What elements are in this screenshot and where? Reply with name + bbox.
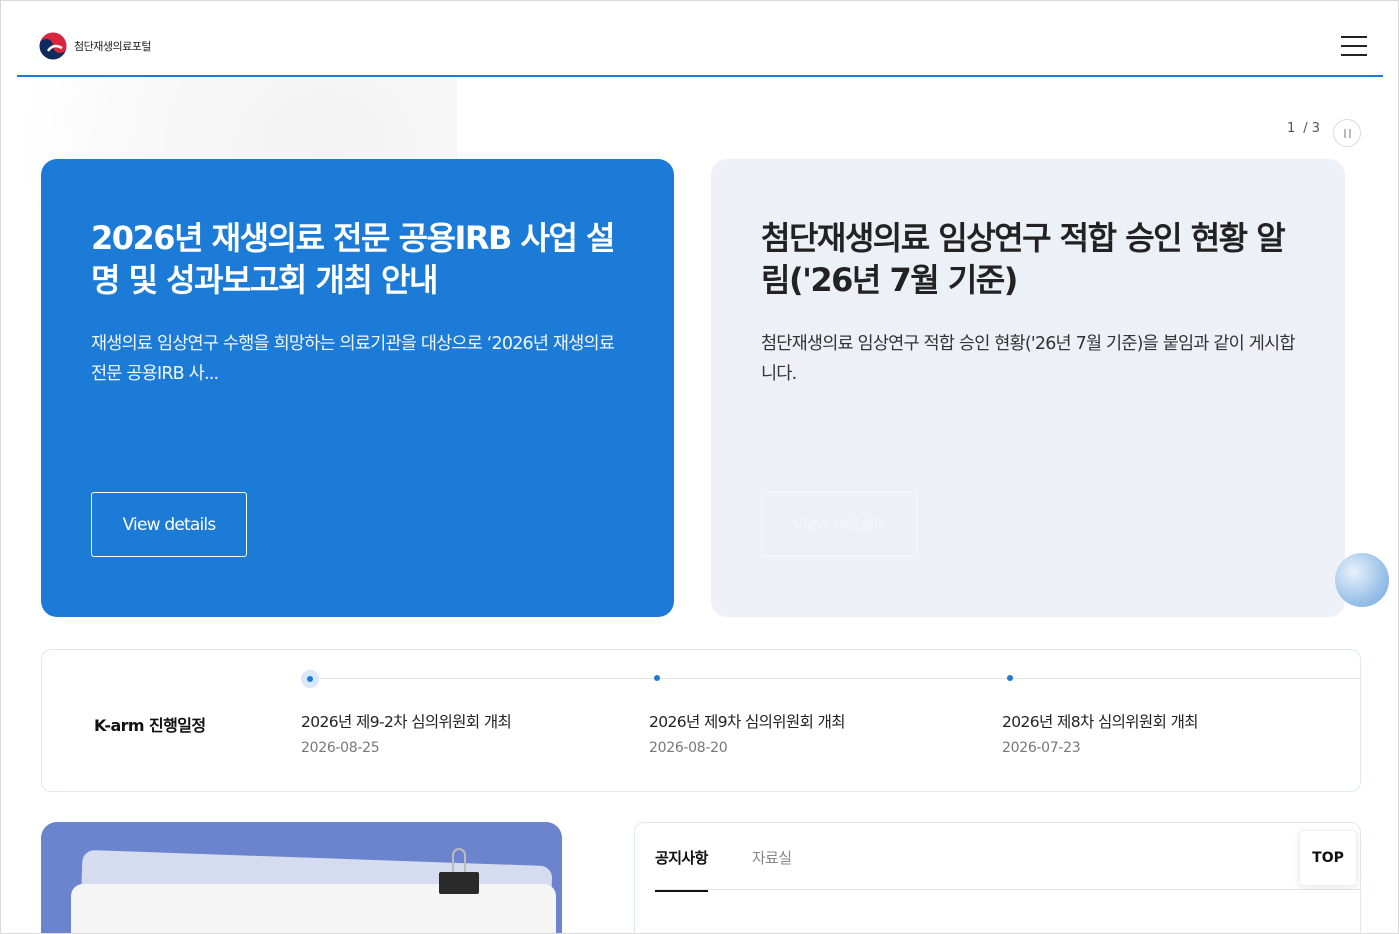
slider-counter: 1 / 3 xyxy=(1287,121,1320,136)
timeline-dot xyxy=(1007,675,1013,681)
schedule-title: K-arm 진행일정 xyxy=(94,716,206,735)
tabs-divider xyxy=(655,889,1361,890)
slide-card-1: 2026년 재생의료 전문 공용IRB 사업 설명 및 성과보고회 개최 안내 … xyxy=(41,159,674,617)
schedule-item-date: 2026-08-25 xyxy=(301,740,380,756)
page-frame: 첨단재생의료포털 1 / 3 2026년 재생의료 전문 공용IRB 사업 설명… xyxy=(0,0,1399,934)
card-description: 첨단재생의료 임상연구 적합 승인 현황('26년 7월 기준)을 붙임과 같이… xyxy=(761,334,1295,384)
schedule-item[interactable]: 2026년 제9차 심의위원회 개최 2026-08-20 xyxy=(649,670,989,756)
site-logo[interactable]: 첨단재생의료포털 xyxy=(38,31,151,61)
site-header: 첨단재생의료포털 xyxy=(17,1,1383,77)
slider-total: / 3 xyxy=(1303,121,1321,136)
tab-notice[interactable]: 공지사항 xyxy=(655,847,708,892)
schedule-item-name: 2026년 제9차 심의위원회 개최 xyxy=(649,713,845,731)
schedule-panel: K-arm 진행일정 2026년 제9-2차 심의위원회 개최 2026-08-… xyxy=(41,649,1361,792)
schedule-item[interactable]: 2026년 제8차 심의위원회 개최 2026-07-23 xyxy=(1002,670,1342,756)
schedule-item-date: 2026-08-20 xyxy=(649,740,728,756)
logo-text: 첨단재생의료포털 xyxy=(74,40,151,53)
scroll-top-button[interactable]: TOP xyxy=(1299,830,1357,886)
slide-card-2: 첨단재생의료 임상연구 적합 승인 현황 알림('26년 7월 기준) 첨단재생… xyxy=(711,159,1345,617)
promo-banner[interactable] xyxy=(41,822,562,933)
view-details-button[interactable]: View details xyxy=(91,492,247,557)
schedule-item-name: 2026년 제8차 심의위원회 개최 xyxy=(1002,713,1198,731)
schedule-item-date: 2026-07-23 xyxy=(1002,740,1081,756)
schedule-item-name: 2026년 제9-2차 심의위원회 개최 xyxy=(301,713,512,731)
slider-current: 1 xyxy=(1287,121,1296,136)
view-details-button[interactable]: View details xyxy=(761,492,917,557)
card-title: 2026년 재생의료 전문 공용IRB 사업 설명 및 성과보고회 개최 안내 xyxy=(91,219,615,299)
notice-panel: 공지사항 자료실 xyxy=(634,822,1361,933)
slider-pause-button[interactable] xyxy=(1333,119,1361,147)
decorative-bubble xyxy=(1335,553,1389,607)
schedule-item[interactable]: 2026년 제9-2차 심의위원회 개최 2026-08-25 xyxy=(301,670,641,756)
card-title: 첨단재생의료 임상연구 적합 승인 현황 알림('26년 7월 기준) xyxy=(761,219,1286,299)
taegeuk-logo-icon xyxy=(38,31,68,61)
timeline-dot-active xyxy=(301,670,319,688)
binder-clip-icon xyxy=(439,872,479,894)
notice-tabs: 공지사항 자료실 xyxy=(655,847,792,892)
tab-archive[interactable]: 자료실 xyxy=(752,847,792,892)
pause-icon xyxy=(1343,128,1346,138)
menu-icon[interactable] xyxy=(1341,36,1367,56)
banner-paper-front xyxy=(71,884,556,933)
timeline-dot xyxy=(654,675,660,681)
card-description: 재생의료 임상연구 수행을 희망하는 의료기관을 대상으로 ‘2026년 재생의… xyxy=(91,334,615,384)
